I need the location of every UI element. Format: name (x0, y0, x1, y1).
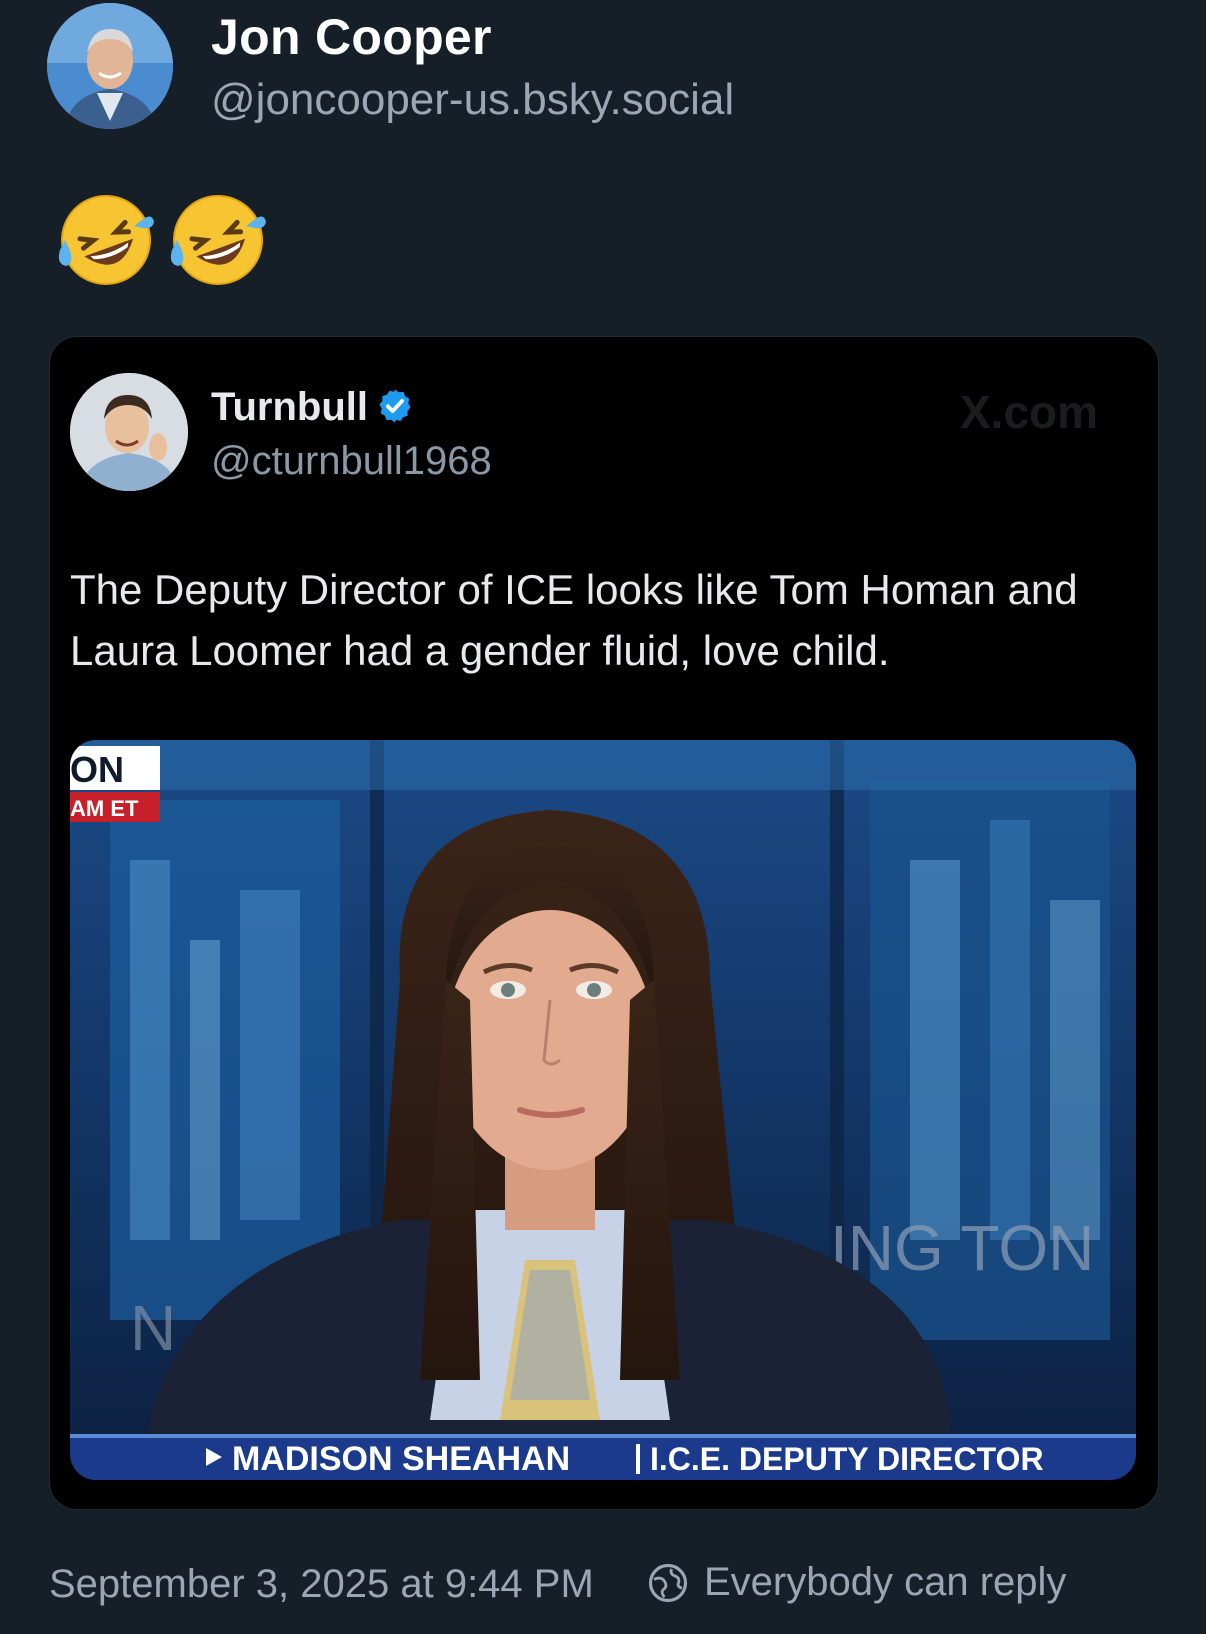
chyron-name: MADISON SHEAHAN (232, 1440, 570, 1478)
post-timestamp[interactable]: September 3, 2025 at 9:44 PM (49, 1562, 594, 1607)
background-wall-text: ING TON (830, 1212, 1094, 1284)
x-watermark: X.com (960, 386, 1099, 438)
author-name[interactable]: Jon Cooper (211, 8, 492, 66)
rofl-emoji-icon (170, 195, 266, 285)
author-avatar[interactable] (47, 3, 173, 129)
rofl-emoji-icon (58, 195, 154, 285)
author-handle[interactable]: @joncooper-us.bsky.social (211, 75, 734, 125)
quoted-post-text: The Deputy Director of ICE looks like To… (70, 566, 1078, 674)
quoted-post-card[interactable]: Turnbull @cturnbull1968 X.com The Deputy… (49, 336, 1159, 1510)
quoted-author-handle[interactable]: @cturnbull1968 (211, 439, 492, 484)
chyron-title: I.C.E. DEPUTY DIRECTOR (650, 1441, 1044, 1477)
background-wall-text: N (130, 1292, 176, 1364)
quoted-author-avatar[interactable] (70, 373, 188, 491)
quoted-post-image[interactable]: N ING TON ON AM ET MADISON SHEAHAN I.C.E… (70, 740, 1136, 1480)
reply-setting[interactable]: Everybody can reply (704, 1560, 1066, 1605)
tv-bug-time: AM ET (70, 796, 139, 821)
tv-bug-text: ON (70, 749, 124, 790)
verified-badge-icon (379, 389, 411, 423)
globe-reply-icon (648, 1563, 688, 1603)
quoted-author-name[interactable]: Turnbull (211, 385, 368, 430)
